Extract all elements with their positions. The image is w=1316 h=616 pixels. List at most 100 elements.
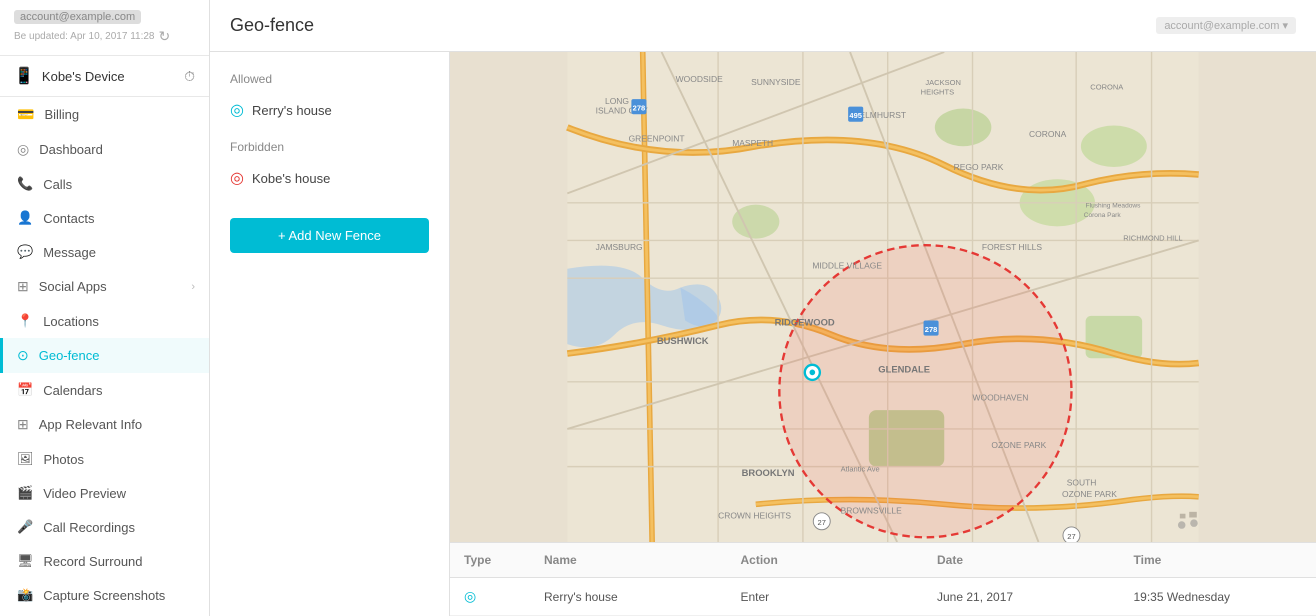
forbidden-label: Forbidden — [230, 140, 429, 154]
svg-text:SUNNYSIDE: SUNNYSIDE — [751, 77, 801, 87]
map-svg: JAMSBURG BUSHWICK RIDGEWOOD GLENDALE BRO… — [450, 52, 1316, 542]
forbidden-section: Forbidden ◎ Kobe's house — [230, 140, 429, 192]
sidebar-item-call-recordings[interactable]: Call Recordings — [0, 510, 209, 544]
update-label: Be updated: Apr 10, 2017 11:28 — [14, 31, 155, 42]
billing-icon — [17, 106, 34, 123]
svg-text:495: 495 — [849, 111, 862, 120]
svg-text:GLENDALE: GLENDALE — [878, 363, 930, 374]
svg-text:WOODSIDE: WOODSIDE — [676, 74, 723, 84]
svg-text:ELMHURST: ELMHURST — [859, 110, 906, 120]
svg-text:CORONA: CORONA — [1029, 129, 1067, 139]
sidebar-item-app-relevant-info[interactable]: App Relevant Info — [0, 407, 209, 442]
dashboard-icon — [17, 141, 29, 158]
svg-text:Atlantic Ave: Atlantic Ave — [841, 464, 880, 473]
sidebar-item-geo-fence[interactable]: Geo-fence — [0, 338, 209, 373]
allowed-fence-name: Rerry's house — [252, 103, 332, 118]
table-header: Type Name Action Date Time — [450, 543, 1316, 578]
row-time: 19:35 Wednesday — [1120, 578, 1316, 615]
svg-text:Flushing Meadows: Flushing Meadows — [1086, 202, 1142, 209]
callrec-icon — [17, 519, 33, 535]
row-name: Rerry's house — [530, 578, 727, 615]
allowed-pin-icon: ◎ — [230, 100, 244, 120]
message-icon — [17, 244, 33, 260]
svg-text:OZONE PARK: OZONE PARK — [991, 440, 1046, 450]
svg-text:RICHMOND HILL: RICHMOND HILL — [1123, 233, 1182, 242]
svg-text:MASPETH: MASPETH — [732, 138, 773, 148]
sidebar: account@example.com Be updated: Apr 10, … — [0, 0, 210, 616]
account-name: account@example.com — [14, 10, 141, 24]
sidebar-item-label-video-preview: Video Preview — [43, 486, 126, 501]
account-row: account@example.com — [14, 10, 195, 24]
map-area: JAMSBURG BUSHWICK RIDGEWOOD GLENDALE BRO… — [450, 52, 1316, 616]
social-icon — [17, 278, 29, 295]
svg-text:FOREST HILLS: FOREST HILLS — [982, 242, 1042, 252]
sidebar-item-social-apps[interactable]: Social Apps › — [0, 269, 209, 304]
sidebar-item-label-locations: Locations — [43, 314, 99, 329]
svg-text:SOUTH: SOUTH — [1067, 477, 1097, 487]
sidebar-item-billing[interactable]: Billing — [0, 97, 209, 132]
calendars-icon — [17, 382, 33, 398]
sidebar-item-video-preview[interactable]: Video Preview — [0, 476, 209, 510]
calls-icon — [17, 176, 33, 192]
allowed-fence-item: ◎ Rerry's house — [230, 96, 429, 124]
sidebar-item-calls[interactable]: Calls — [0, 167, 209, 201]
topbar-right: account@example.com ▾ — [1156, 17, 1296, 34]
sidebar-item-label-calendars: Calendars — [43, 383, 102, 398]
sidebar-item-calendars[interactable]: Calendars — [0, 373, 209, 407]
row-action: Enter — [727, 578, 924, 615]
sidebar-item-label-capture-screenshots: Capture Screenshots — [43, 588, 165, 603]
svg-text:27: 27 — [818, 518, 826, 527]
sidebar-item-label-dashboard: Dashboard — [39, 142, 103, 157]
clock-icon — [184, 68, 195, 85]
sidebar-item-label-record-surround: Record Surround — [44, 554, 143, 569]
svg-text:MIDDLE VILLAGE: MIDDLE VILLAGE — [812, 261, 882, 271]
refresh-icon[interactable]: ↻ — [159, 28, 171, 45]
bottom-table: Type Name Action Date Time ◎ Rerry's hou… — [450, 542, 1316, 616]
svg-text:JAMSBURG: JAMSBURG — [596, 242, 643, 252]
col-name: Name — [530, 543, 727, 577]
sidebar-item-label-call-recordings: Call Recordings — [43, 520, 135, 535]
forbidden-fence-name: Kobe's house — [252, 171, 330, 186]
sidebar-item-record-surround[interactable]: Record Surround — [0, 544, 209, 578]
photos-icon — [17, 451, 34, 467]
col-action: Action — [727, 543, 924, 577]
svg-text:WOODHAVEN: WOODHAVEN — [973, 393, 1029, 403]
device-row: Kobe's Device — [0, 56, 209, 97]
sidebar-item-capture-screenshots[interactable]: Capture Screenshots — [0, 578, 209, 612]
add-fence-button[interactable]: + Add New Fence — [230, 218, 429, 253]
svg-text:27: 27 — [1067, 532, 1075, 541]
forbidden-pin-icon: ◎ — [230, 168, 244, 188]
sidebar-item-message[interactable]: Message — [0, 235, 209, 269]
nav-list: Billing Dashboard Calls Contacts Message Soci… — [0, 97, 209, 612]
table-row: ◎ Rerry's house Enter June 21, 2017 19:3… — [450, 578, 1316, 616]
nav-arrow-social-apps: › — [191, 281, 195, 293]
sidebar-item-photos[interactable]: Photos — [0, 442, 209, 476]
page-title: Geo-fence — [230, 15, 314, 36]
sidebar-item-label-message: Message — [43, 245, 96, 260]
svg-text:RIDGEWOOD: RIDGEWOOD — [775, 316, 835, 327]
svg-text:Corona Park: Corona Park — [1084, 212, 1122, 219]
locations-icon — [17, 313, 33, 329]
map-container[interactable]: JAMSBURG BUSHWICK RIDGEWOOD GLENDALE BRO… — [450, 52, 1316, 542]
svg-text:BROWNSVILLE: BROWNSVILLE — [841, 506, 903, 516]
row-type: ◎ — [450, 578, 530, 615]
svg-text:CROWN HEIGHTS: CROWN HEIGHTS — [718, 510, 791, 520]
svg-text:JACKSON: JACKSON — [925, 78, 961, 87]
video-icon — [17, 485, 33, 501]
sidebar-item-label-social-apps: Social Apps — [39, 279, 107, 294]
row-date: June 21, 2017 — [923, 578, 1120, 615]
sidebar-item-contacts[interactable]: Contacts — [0, 201, 209, 235]
sidebar-item-dashboard[interactable]: Dashboard — [0, 132, 209, 167]
topbar: Geo-fence account@example.com ▾ — [210, 0, 1316, 52]
topbar-account[interactable]: account@example.com ▾ — [1156, 17, 1296, 34]
svg-text:REGO PARK: REGO PARK — [954, 162, 1004, 172]
left-panel: Allowed ◎ Rerry's house Forbidden ◎ Kobe… — [210, 52, 450, 616]
sidebar-item-label-contacts: Contacts — [43, 211, 94, 226]
allowed-section: Allowed ◎ Rerry's house — [230, 72, 429, 124]
sidebar-item-locations[interactable]: Locations — [0, 304, 209, 338]
col-date: Date — [923, 543, 1120, 577]
sidebar-item-label-geo-fence: Geo-fence — [39, 348, 100, 363]
appinfo-icon — [17, 416, 29, 433]
record-icon — [17, 553, 34, 569]
allowed-label: Allowed — [230, 72, 429, 86]
